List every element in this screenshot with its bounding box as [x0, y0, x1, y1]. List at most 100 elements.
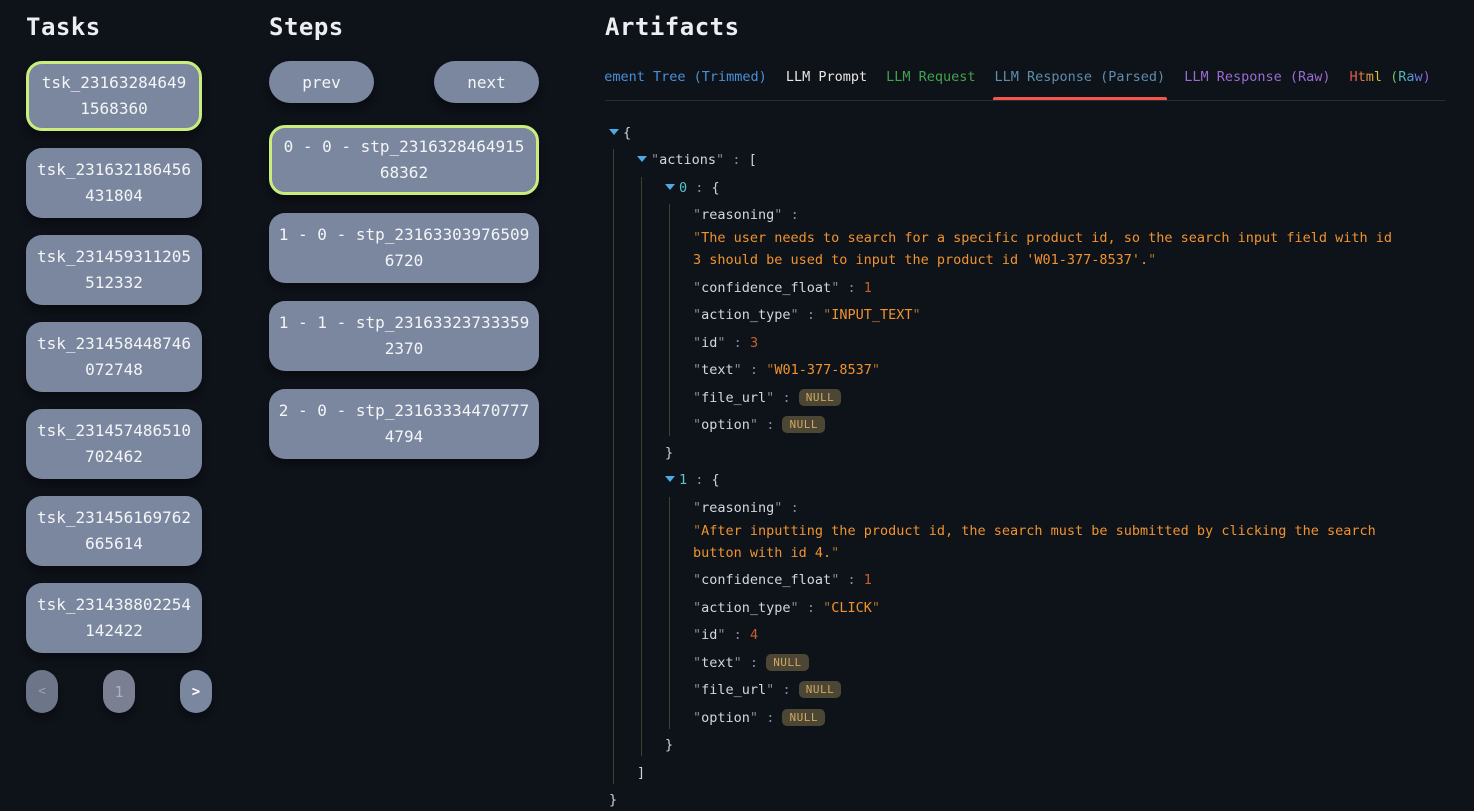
json-number-value: 3 — [750, 335, 758, 351]
null-badge: NULL — [799, 389, 842, 406]
json-node: "file_url" : NULL — [693, 387, 1397, 409]
tab-html-raw[interactable]: Html (Raw) — [1350, 61, 1431, 100]
step-list: 0 - 0 - stp_231632846491568362 1 - 0 - st… — [269, 125, 605, 459]
json-key: text — [701, 362, 734, 378]
pagination-next-button[interactable]: > — [180, 670, 212, 713]
json-key: actions — [659, 152, 716, 168]
json-node: "file_url" : NULL — [693, 679, 1397, 701]
task-button[interactable]: tsk_231459311205512332 — [26, 235, 202, 305]
json-key: action_type — [701, 307, 790, 323]
collapse-arrow-icon[interactable] — [637, 156, 647, 162]
step-button[interactable]: 1 - 0 - stp_231633039765096720 — [269, 213, 539, 283]
collapse-arrow-icon[interactable] — [665, 184, 675, 190]
tab-llm-prompt[interactable]: LLM Prompt — [786, 61, 867, 100]
task-button[interactable]: tsk_231632846491568360 — [26, 61, 202, 131]
json-node: "reasoning" :"After inputting the produc… — [693, 497, 1397, 564]
json-string-value: CLICK — [831, 600, 872, 616]
json-children: 0 : {"reasoning" :"The user needs to sea… — [641, 177, 1397, 757]
json-row: { — [609, 122, 1397, 144]
tab-llm-response-raw[interactable]: LLM Response (Raw) — [1184, 61, 1330, 100]
task-button[interactable]: tsk_231632186456431804 — [26, 148, 202, 218]
json-children: "actions" : [0 : {"reasoning" :"The user… — [613, 149, 1397, 784]
artifacts-panel: Artifacts Element Tree (Trimmed) LLM Prom… — [605, 0, 1474, 800]
task-button[interactable]: tsk_231438802254142422 — [26, 583, 202, 653]
json-string-value: After inputting the product id, the sear… — [693, 523, 1376, 561]
artifacts-title: Artifacts — [605, 12, 1474, 42]
task-button[interactable]: tsk_231458448746072748 — [26, 322, 202, 392]
steps-title: Steps — [269, 12, 605, 42]
json-children: "reasoning" :"After inputting the produc… — [669, 497, 1397, 729]
task-button[interactable]: tsk_231457486510702462 — [26, 409, 202, 479]
json-tree-viewer: {"actions" : [0 : {"reasoning" :"The use… — [605, 101, 1474, 811]
task-list: tsk_231632846491568360 tsk_23163218645643… — [26, 61, 269, 653]
json-row-close: } — [609, 789, 1397, 811]
null-badge: NULL — [782, 416, 825, 433]
json-long-string-row: "The user needs to search for a specific… — [693, 227, 1397, 271]
json-key: confidence_float — [701, 280, 831, 296]
json-string-value: INPUT_TEXT — [831, 307, 912, 323]
json-node: "text" : "W01-377-8537" — [693, 359, 1397, 381]
json-node: "action_type" : "INPUT_TEXT" — [693, 304, 1397, 326]
json-array-index: 1 — [679, 472, 687, 488]
pagination-page-1-button[interactable]: 1 — [103, 670, 135, 713]
collapse-arrow-icon[interactable] — [665, 476, 675, 482]
json-row: "file_url" : NULL — [693, 679, 1397, 701]
json-key: file_url — [701, 682, 766, 698]
json-number-value: 4 — [750, 627, 758, 643]
null-badge: NULL — [766, 654, 809, 671]
json-node: "text" : NULL — [693, 652, 1397, 674]
json-row: "file_url" : NULL — [693, 387, 1397, 409]
json-node: 1 : {"reasoning" :"After inputting the p… — [665, 469, 1397, 756]
json-row: "action_type" : "INPUT_TEXT" — [693, 304, 1397, 326]
pagination-prev-button[interactable]: < — [26, 670, 58, 713]
json-row: "option" : NULL — [693, 414, 1397, 436]
json-node: "action_type" : "CLICK" — [693, 597, 1397, 619]
json-node: "confidence_float" : 1 — [693, 277, 1397, 299]
json-row-close: } — [665, 442, 1397, 464]
json-row: "reasoning" : — [693, 204, 1397, 226]
json-node: "actions" : [0 : {"reasoning" :"The user… — [637, 149, 1397, 784]
json-node: "id" : 3 — [693, 332, 1397, 354]
json-key: reasoning — [701, 207, 774, 223]
prev-step-button[interactable]: prev — [269, 61, 374, 103]
step-button[interactable]: 1 - 1 - stp_231633237333592370 — [269, 301, 539, 371]
json-key: id — [701, 335, 717, 351]
json-key: option — [701, 710, 750, 726]
null-badge: NULL — [799, 681, 842, 698]
json-row: "id" : 4 — [693, 624, 1397, 646]
json-row: "option" : NULL — [693, 707, 1397, 729]
task-button[interactable]: tsk_231456169762665614 — [26, 496, 202, 566]
json-key: option — [701, 417, 750, 433]
json-node: "confidence_float" : 1 — [693, 569, 1397, 591]
json-row: "confidence_float" : 1 — [693, 277, 1397, 299]
json-string-value: The user needs to search for a specific … — [693, 230, 1392, 268]
json-row: "actions" : [ — [637, 149, 1397, 171]
step-button[interactable]: 2 - 0 - stp_231633344707774794 — [269, 389, 539, 459]
app: Tasks tsk_231632846491568360 tsk_23163218… — [0, 0, 1474, 800]
tasks-panel: Tasks tsk_231632846491568360 tsk_23163218… — [0, 0, 269, 800]
tab-llm-request[interactable]: LLM Request — [886, 61, 975, 100]
json-key: confidence_float — [701, 572, 831, 588]
step-button[interactable]: 0 - 0 - stp_231632846491568362 — [269, 125, 539, 195]
json-node: "reasoning" :"The user needs to search f… — [693, 204, 1397, 271]
json-row: 0 : { — [665, 177, 1397, 199]
artifacts-tabbar: Element Tree (Trimmed) LLM Prompt LLM Requ… — [605, 61, 1445, 101]
json-string-value: W01-377-8537 — [774, 362, 872, 378]
json-node: 0 : { "reasoning" :"The user needs to sea… — [665, 177, 1397, 464]
tasks-title: Tasks — [26, 12, 269, 42]
next-step-button[interactable]: next — [434, 61, 539, 103]
json-number-value: 1 — [864, 572, 872, 588]
collapse-arrow-icon[interactable] — [609, 129, 619, 135]
json-key: file_url — [701, 390, 766, 406]
json-node: {"actions" : [0 : {"reasoning" :"The use… — [609, 122, 1397, 811]
steps-panel: Steps prev next 0 - 0 - stp_231632846491… — [269, 0, 605, 800]
json-row-close: ] — [637, 762, 1397, 784]
tab-element-tree-trimmed[interactable]: Element Tree (Trimmed) — [605, 61, 767, 100]
json-node: "option" : NULL — [693, 707, 1397, 729]
json-row: "reasoning" : — [693, 497, 1397, 519]
json-array-index: 0 — [679, 180, 687, 196]
json-row: "confidence_float" : 1 — [693, 569, 1397, 591]
json-number-value: 1 — [864, 280, 872, 296]
tab-llm-response-parsed[interactable]: LLM Response (Parsed) — [995, 61, 1166, 100]
json-long-string-row: "After inputting the product id, the sea… — [693, 520, 1397, 564]
